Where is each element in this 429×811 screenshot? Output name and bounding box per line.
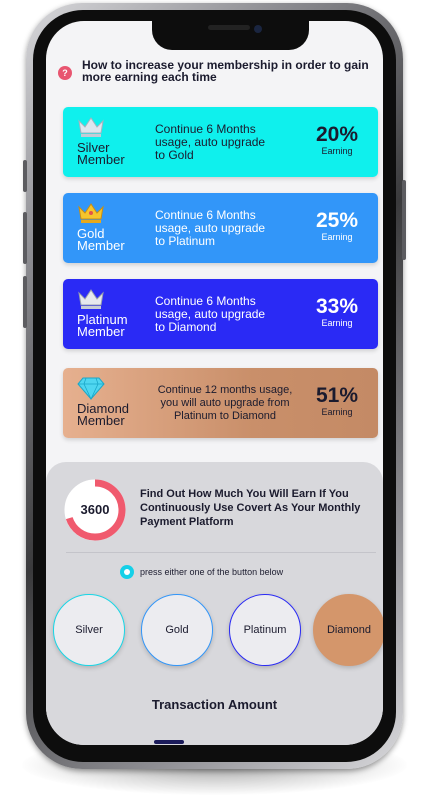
selection-hint-text: press either one of the button below [140, 567, 284, 577]
tier-badge: Platinum Member [63, 279, 155, 349]
tier-name: Silver Member [77, 141, 125, 167]
question-icon[interactable]: ? [58, 66, 72, 80]
diamond-tier-button[interactable]: Diamond [313, 594, 383, 666]
tier-name: Platinum Member [77, 313, 128, 339]
earning-percentage: 33% [315, 295, 358, 318]
power-button [402, 180, 406, 260]
speaker-grille [208, 25, 250, 30]
gold-crown-icon [78, 203, 104, 223]
earning-percentage: 25% [315, 209, 358, 232]
tier-description: Continue 6 Months usage, auto upgrade to… [155, 207, 266, 248]
progress-ring-value: 3600 [80, 502, 110, 517]
earning-percentage: 51% [315, 384, 358, 407]
front-camera [254, 25, 262, 33]
tier-description: Continue 6 Months usage, auto upgrade to… [155, 293, 266, 334]
earning-rate: 33% Earning [315, 295, 358, 329]
membership-card-platinum[interactable]: Platinum Member Continue 6 Months usage,… [63, 279, 378, 349]
earning-label: Earning [321, 146, 353, 156]
transaction-amount-preview [154, 740, 184, 744]
earning-percentage: 20% [315, 123, 358, 146]
tier-badge: Silver Member [63, 107, 155, 177]
mute-switch [23, 160, 27, 192]
earning-label: Earning [321, 232, 353, 242]
platinum-tier-button[interactable]: Platinum [229, 594, 301, 666]
progress-ring: 3600 [63, 478, 127, 542]
silver-crown-icon [78, 117, 104, 137]
radio-dot-icon [120, 565, 134, 579]
tier-name: Diamond Member [77, 402, 129, 428]
tier-name: Gold Member [77, 227, 125, 253]
volume-up-button [23, 212, 27, 264]
earnings-calculator-panel: 3600 Find Out How Much You Will Earn If … [46, 462, 383, 745]
tier-suffix-line: Member [77, 413, 125, 428]
platinum-crown-icon [78, 289, 104, 309]
tier-suffix-line: Member [77, 324, 125, 339]
tier-badge: Diamond Member [63, 368, 155, 438]
membership-card-gold[interactable]: Gold Member Continue 6 Months usage, aut… [63, 193, 378, 263]
volume-down-button [23, 276, 27, 328]
app-screen: ? How to increase your membership in ord… [46, 21, 383, 745]
membership-card-diamond[interactable]: Diamond Member Continue 12 months usage,… [63, 368, 378, 438]
earning-rate: 20% Earning [315, 123, 358, 157]
earning-rate: 51% Earning [315, 384, 358, 418]
membership-help: ? How to increase your membership in ord… [58, 59, 380, 83]
transaction-amount-title: Transaction Amount [151, 697, 278, 712]
silver-tier-button[interactable]: Silver [53, 594, 125, 666]
diamond-icon [77, 377, 105, 400]
tier-badge: Gold Member [63, 193, 155, 263]
earnings-promo-text: Find Out How Much You Will Earn If You C… [140, 488, 361, 528]
membership-card-silver[interactable]: Silver Member Continue 6 Months usage, a… [63, 107, 378, 177]
tier-suffix-line: Member [77, 152, 125, 167]
membership-help-text: How to increase your membership in order… [82, 58, 369, 84]
earning-label: Earning [321, 407, 353, 417]
gold-tier-button[interactable]: Gold [141, 594, 213, 666]
selection-hint: press either one of the button below [120, 565, 283, 579]
earning-label: Earning [321, 318, 353, 328]
phone-notch [152, 19, 309, 50]
tier-description: Continue 6 Months usage, auto upgrade to… [155, 121, 266, 162]
tier-suffix-line: Member [77, 238, 125, 253]
earning-rate: 25% Earning [315, 209, 358, 243]
tier-description: Continue 12 months usage, you will auto … [157, 383, 293, 422]
section-divider [66, 552, 376, 553]
